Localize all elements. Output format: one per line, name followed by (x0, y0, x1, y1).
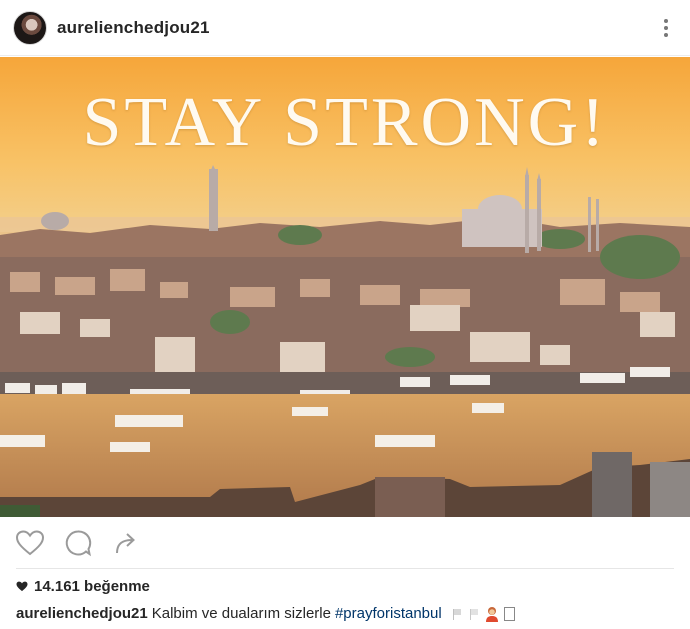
likes-label: 14.161 beğenme (34, 578, 150, 595)
post-actions (0, 518, 690, 568)
hashtag-link[interactable]: #prayforistanbul (335, 605, 442, 622)
post-caption: aurelienchedjou21 Kalbim ve dualarım siz… (16, 605, 515, 622)
post-image[interactable]: STAY STRONG! (0, 57, 690, 517)
post-header: aurelienchedjou21 (0, 0, 690, 56)
caption-username[interactable]: aurelienchedjou21 (16, 605, 148, 622)
heart-outline-icon[interactable] (16, 529, 44, 557)
flag-emoji-icon-2 (469, 608, 478, 620)
person-emoji-icon (485, 606, 498, 622)
likes-count[interactable]: 14.161 beğenme (16, 578, 150, 595)
unknown-glyph-icon (503, 606, 515, 621)
divider (16, 568, 674, 569)
share-arrow-icon[interactable] (112, 529, 140, 557)
avatar[interactable] (13, 10, 47, 45)
comment-bubble-icon[interactable] (64, 529, 92, 557)
post-username[interactable]: aurelienchedjou21 (57, 18, 210, 38)
emoji-group (452, 606, 515, 622)
more-options-icon[interactable] (654, 13, 678, 43)
flag-emoji-icon (452, 608, 461, 620)
image-headline: STAY STRONG! (82, 84, 608, 161)
caption-text: Kalbim ve dualarım sizlerle (151, 605, 331, 622)
heart-filled-icon (16, 581, 28, 592)
